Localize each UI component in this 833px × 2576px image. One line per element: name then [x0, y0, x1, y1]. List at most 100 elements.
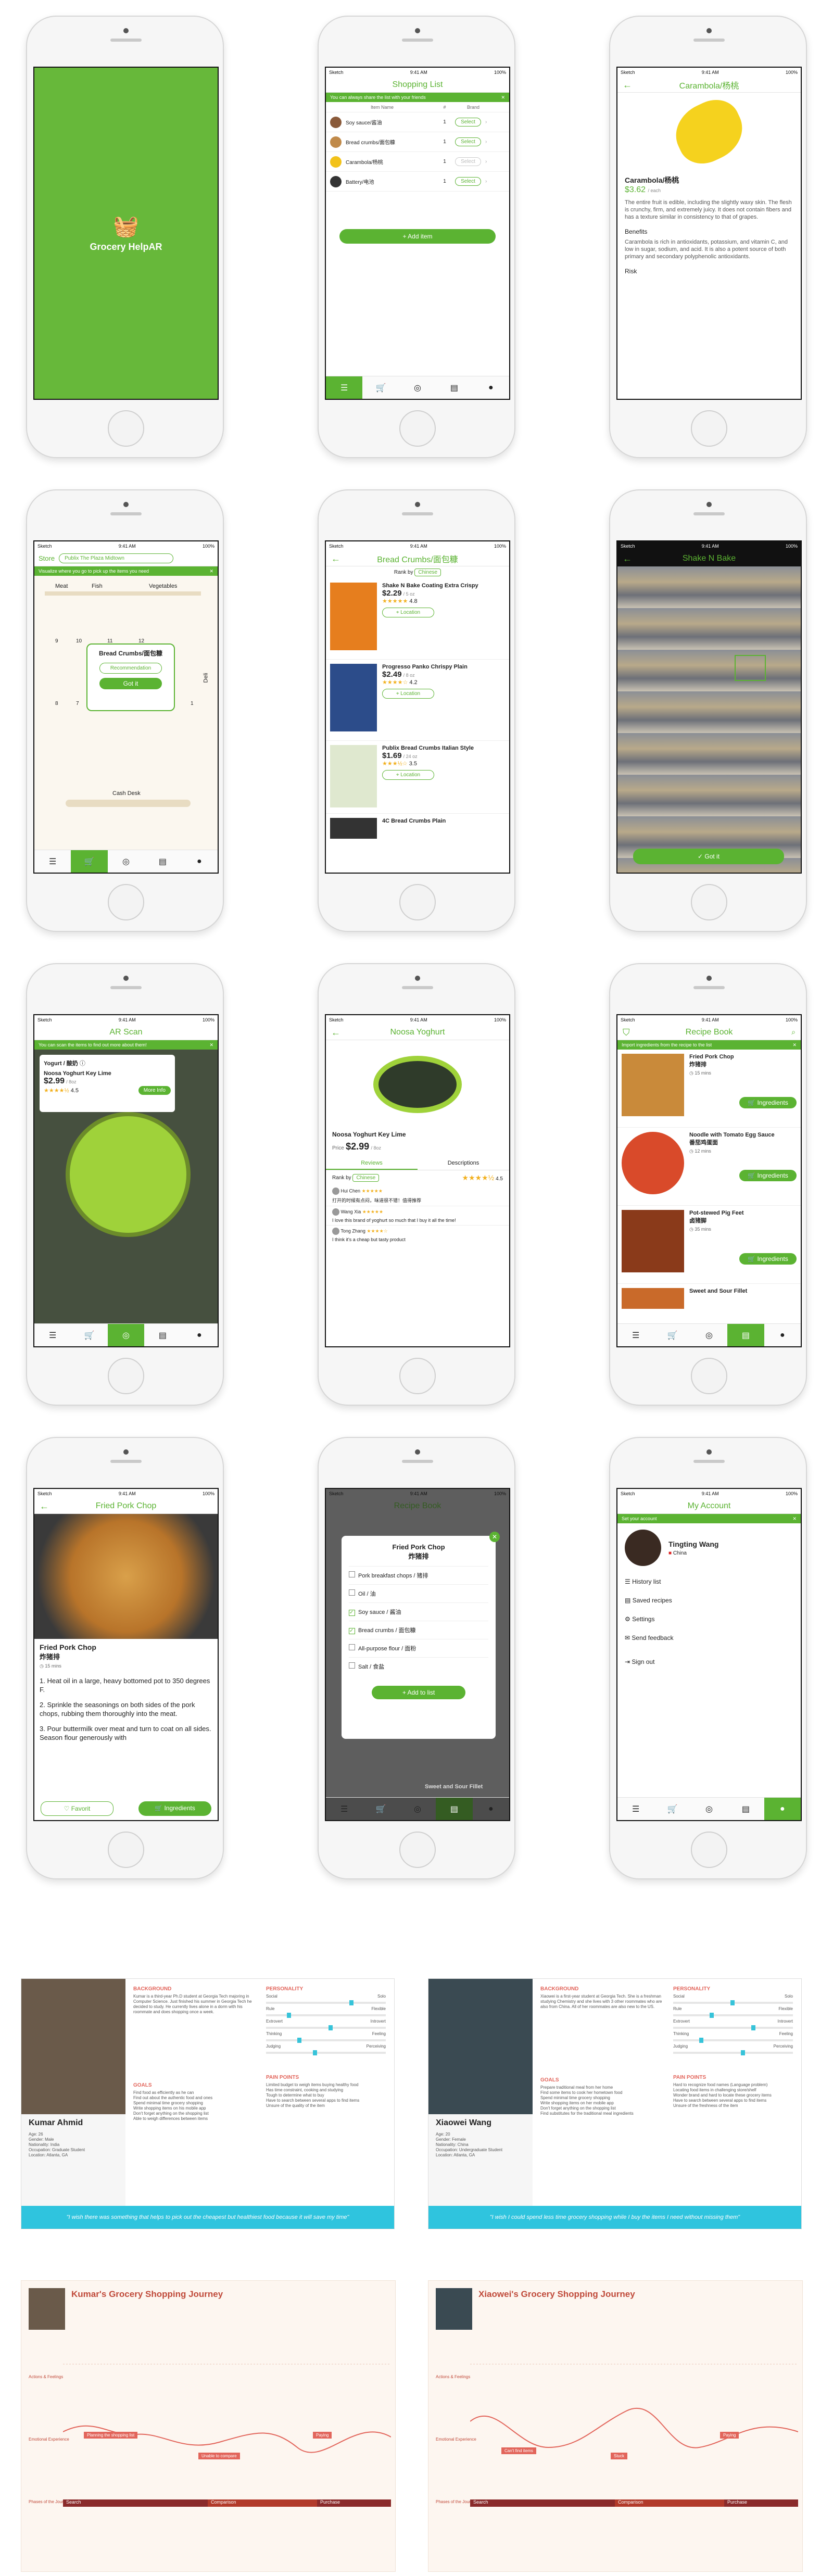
ingredients-button[interactable]: 🛒 Ingredients [739, 1170, 797, 1181]
list-icon[interactable]: ☰ [326, 376, 363, 399]
ingredients-button[interactable]: 🛒 Ingredients [739, 1253, 797, 1265]
back-arrow-icon[interactable]: ← [623, 553, 632, 564]
add-to-list-button[interactable]: + Add to list [372, 1686, 465, 1699]
checkbox-checked[interactable]: ✓ [349, 1628, 355, 1634]
book-icon[interactable]: ▤ [727, 1798, 764, 1820]
more-info-button[interactable]: More Info [138, 1086, 171, 1095]
list-icon[interactable]: ☰ [34, 1324, 71, 1346]
checkbox[interactable] [349, 1571, 355, 1577]
list-item[interactable]: Bread crumbs/面包糠 1 Select › [326, 132, 509, 152]
cart-icon[interactable]: 🛒 [362, 376, 399, 399]
select-brand-button[interactable]: Select [455, 177, 481, 186]
home-button[interactable] [691, 1358, 727, 1394]
product-row[interactable]: 4C Bread Crumbs Plain [326, 814, 509, 843]
home-button[interactable] [691, 884, 727, 920]
scan-icon[interactable]: ◎ [399, 376, 436, 399]
product-row[interactable]: Shake N Bake Coating Extra Crispy $2.29 … [326, 578, 509, 660]
close-icon[interactable]: ✕ [792, 1042, 797, 1048]
ingredient-row[interactable]: All-purpose flour / 面粉 [349, 1639, 488, 1657]
book-icon[interactable]: ▤ [436, 376, 472, 399]
ingredient-row[interactable]: Pork breakfast chops / 猪排 [349, 1566, 488, 1584]
recipe-row[interactable]: Sweet and Sour Fillet [617, 1284, 801, 1313]
got-it-button[interactable]: Got it [99, 678, 162, 689]
home-button[interactable] [691, 410, 727, 447]
ingredients-button[interactable]: 🛒 Ingredients [138, 1801, 211, 1816]
tab-reviews[interactable]: Reviews [326, 1157, 418, 1170]
question-icon[interactable]: ⓘ [80, 1060, 85, 1067]
home-button[interactable] [691, 1832, 727, 1868]
book-icon[interactable]: ▤ [144, 850, 181, 873]
cart-icon[interactable]: 🛒 [654, 1324, 690, 1346]
product-row[interactable]: Progresso Panko Chrispy Plain $2.49 / 8 … [326, 660, 509, 741]
select-brand-button[interactable]: Select [455, 137, 481, 146]
list-icon[interactable]: ☰ [34, 850, 71, 873]
scan-icon[interactable]: ◎ [107, 1324, 145, 1346]
add-item-button[interactable]: + Add item [339, 229, 496, 244]
rank-select[interactable]: Chinese [414, 569, 441, 576]
menu-feedback[interactable]: ✉ Send feedback [625, 1628, 793, 1647]
cart-icon[interactable]: 🛒 [71, 850, 108, 873]
back-arrow-icon[interactable]: ← [623, 80, 632, 91]
scan-icon[interactable]: ◎ [108, 850, 144, 873]
book-icon[interactable]: ▤ [727, 1324, 764, 1346]
recipe-row[interactable]: Pot-stewed Pig Feet 卤猪脚 ◷ 35 mins 🛒 Ingr… [617, 1206, 801, 1284]
menu-history[interactable]: ☰ History list [625, 1572, 793, 1591]
user-icon[interactable]: ● [181, 1324, 218, 1346]
list-item[interactable]: Battery/电池 1 Select › [326, 172, 509, 192]
user-icon[interactable]: ● [473, 376, 509, 399]
location-button[interactable]: ⌖ Location [382, 608, 434, 617]
filter-icon[interactable]: ⛉ [623, 1027, 630, 1038]
ingredient-row[interactable]: Salt / 食盐 [349, 1657, 488, 1675]
got-it-button[interactable]: ✓ Got it [633, 849, 784, 864]
recipe-row[interactable]: Fried Pork Chop 炸猪排 ◷ 15 mins 🛒 Ingredie… [617, 1050, 801, 1128]
scan-icon[interactable]: ◎ [691, 1798, 727, 1820]
back-arrow-icon[interactable]: ← [331, 1027, 340, 1038]
menu-sign-out[interactable]: ⇥ Sign out [625, 1652, 793, 1671]
list-item[interactable]: Carambola/杨桃 1 Select › [326, 152, 509, 172]
favorite-button[interactable]: ♡ Favorit [41, 1801, 113, 1816]
checkbox[interactable] [349, 1662, 355, 1669]
recipe-row[interactable]: Noodle with Tomato Egg Sauce 番茄鸡蛋面 ◷ 12 … [617, 1128, 801, 1206]
list-icon[interactable]: ☰ [326, 1798, 362, 1820]
search-icon[interactable]: ⌕ [791, 1028, 796, 1037]
tab-descriptions[interactable]: Descriptions [418, 1157, 509, 1170]
cart-icon[interactable]: 🛒 [362, 1798, 399, 1820]
cart-icon[interactable]: 🛒 [654, 1798, 690, 1820]
home-button[interactable] [108, 1832, 144, 1868]
back-arrow-icon[interactable]: ← [331, 553, 340, 564]
user-icon[interactable]: ● [764, 1798, 801, 1820]
menu-settings[interactable]: ⚙ Settings [625, 1610, 793, 1628]
close-icon[interactable]: ✕ [501, 95, 505, 100]
close-icon[interactable]: ✕ [209, 1042, 213, 1048]
select-brand-button[interactable]: Select [455, 118, 481, 127]
home-button[interactable] [399, 884, 436, 920]
home-button[interactable] [108, 410, 144, 447]
location-button[interactable]: ⌖ Location [382, 689, 434, 699]
checkbox[interactable] [349, 1589, 355, 1596]
close-icon[interactable]: ✕ [489, 1532, 500, 1542]
home-button[interactable] [108, 884, 144, 920]
home-button[interactable] [399, 1832, 436, 1868]
checkbox-checked[interactable]: ✓ [349, 1610, 355, 1616]
product-row[interactable]: Publix Bread Crumbs Italian Style $1.69 … [326, 741, 509, 814]
select-brand-button[interactable]: Select [455, 157, 481, 166]
checkbox[interactable] [349, 1644, 355, 1650]
home-button[interactable] [399, 410, 436, 447]
close-icon[interactable]: ✕ [209, 569, 213, 574]
recommendation-button[interactable]: Recommendation [99, 663, 162, 674]
book-icon[interactable]: ▤ [144, 1324, 181, 1346]
store-select[interactable]: Publix The Plaza Midtown [59, 553, 174, 563]
close-icon[interactable]: ✕ [792, 1516, 797, 1522]
list-icon[interactable]: ☰ [617, 1324, 654, 1346]
ingredient-row[interactable]: ✓ Soy sauce / 酱油 [349, 1602, 488, 1621]
location-button[interactable]: ⌖ Location [382, 770, 434, 780]
user-icon[interactable]: ● [181, 850, 218, 873]
ingredient-row[interactable]: ✓ Bread crumbs / 面包糠 [349, 1621, 488, 1639]
back-arrow-icon[interactable]: ← [40, 1501, 49, 1512]
ingredient-row[interactable]: Oil / 油 [349, 1584, 488, 1602]
home-button[interactable] [399, 1358, 436, 1394]
scan-icon[interactable]: ◎ [691, 1324, 727, 1346]
book-icon[interactable]: ▤ [436, 1798, 473, 1820]
menu-saved-recipes[interactable]: ▤ Saved recipes [625, 1591, 793, 1610]
rank-select[interactable]: Chinese [352, 1174, 380, 1182]
